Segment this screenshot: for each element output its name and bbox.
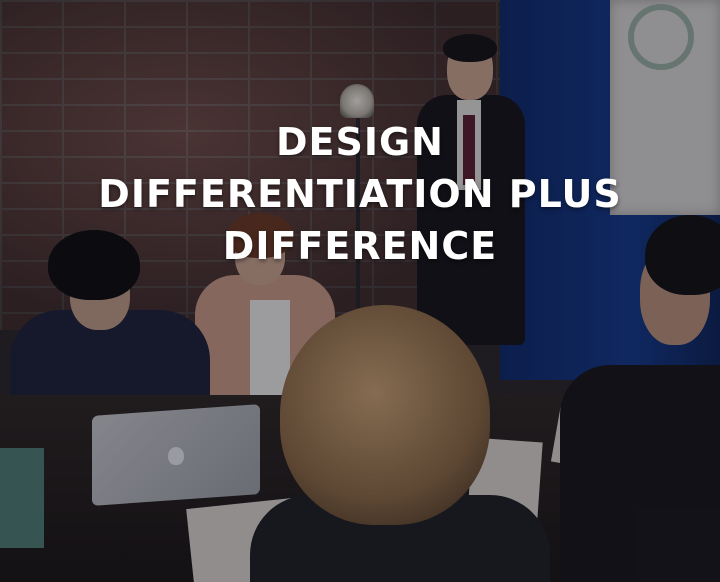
- meeting-photo: DESIGN DIFFERENTIATION PLUS DIFFERENCE: [0, 0, 720, 582]
- headline-line-1: DESIGN: [275, 120, 444, 164]
- headline-line-3: DIFFERENCE: [222, 224, 498, 268]
- headline-line-2: DIFFERENTIATION PLUS: [98, 172, 622, 216]
- headline: DESIGN DIFFERENTIATION PLUS DIFFERENCE: [0, 116, 720, 272]
- dark-overlay: [0, 0, 720, 582]
